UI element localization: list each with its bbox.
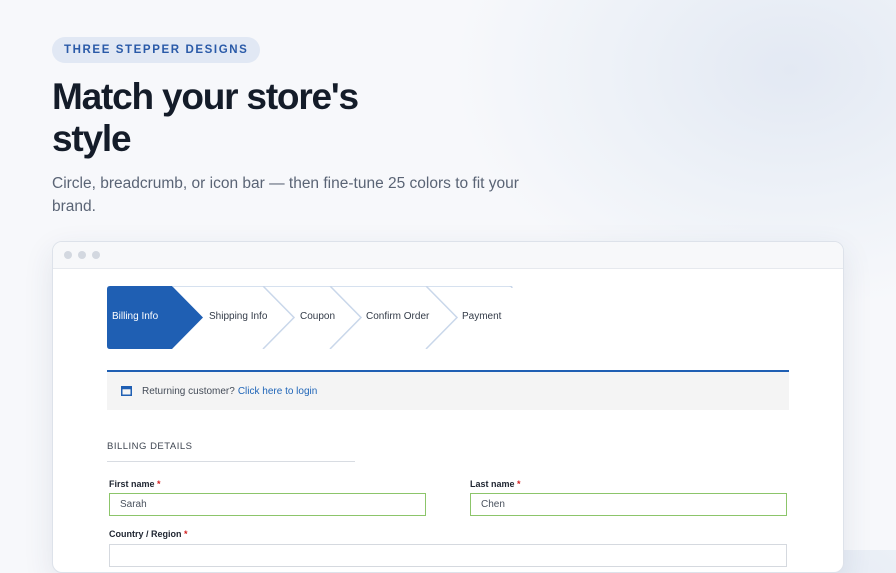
step-coupon[interactable]: Coupon — [300, 311, 335, 322]
billing-section-title: BILLING DETAILS — [107, 441, 193, 452]
first-name-label-text: First name — [109, 479, 155, 489]
required-marker: * — [157, 479, 161, 489]
page-subtitle: Circle, breadcrumb, or icon bar — then f… — [52, 175, 519, 215]
notice-text: Returning customer? — [142, 385, 235, 397]
window-titlebar — [53, 242, 843, 269]
step-confirm-order[interactable]: Confirm Order — [366, 311, 429, 322]
window-dot — [78, 251, 86, 259]
window-icon — [121, 386, 132, 396]
country-label: Country / Region * — [109, 529, 188, 539]
first-name-field[interactable]: Sarah — [109, 493, 426, 516]
window-dot — [92, 251, 100, 259]
last-name-field[interactable]: Chen — [470, 493, 787, 516]
returning-customer-notice: Returning customer? Click here to login — [107, 370, 789, 410]
required-marker: * — [184, 529, 188, 539]
step-payment[interactable]: Payment — [462, 311, 501, 322]
required-marker: * — [517, 479, 521, 489]
step-shipping-info[interactable]: Shipping Info — [209, 311, 267, 322]
page-title: Match your store's style — [52, 76, 359, 159]
country-select[interactable] — [109, 544, 787, 567]
first-name-label: First name * — [109, 479, 161, 489]
preview-window: Billing Info Shipping Info Coupon Confir… — [52, 241, 844, 573]
section-divider — [107, 461, 355, 462]
section-badge: THREE STEPPER DESIGNS — [52, 37, 261, 63]
step-payment-shape[interactable] — [426, 286, 513, 289]
country-label-text: Country / Region — [109, 529, 182, 539]
last-name-label-text: Last name — [470, 479, 515, 489]
breadcrumb-stepper: Billing Info Shipping Info Coupon Confir… — [107, 286, 513, 349]
login-link[interactable]: Click here to login — [238, 386, 317, 397]
window-dot — [64, 251, 72, 259]
step-billing-info[interactable]: Billing Info — [112, 311, 158, 322]
last-name-label: Last name * — [470, 479, 521, 489]
